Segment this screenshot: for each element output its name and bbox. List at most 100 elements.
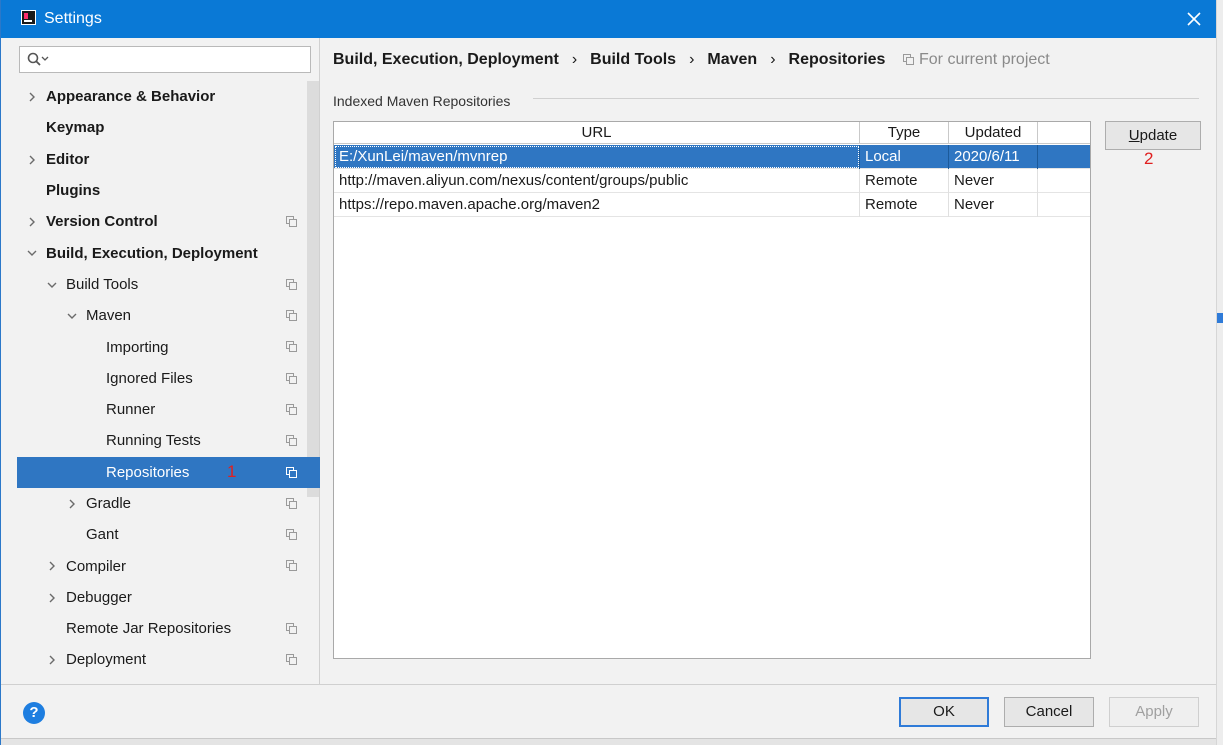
project-scope-icon <box>286 403 297 415</box>
project-scope-icon <box>286 216 297 228</box>
sidebar-item-gradle[interactable]: Gradle <box>17 488 320 519</box>
scope-label: For current project <box>919 51 1050 68</box>
chevron-right-icon[interactable] <box>26 154 38 166</box>
project-scope-icon <box>286 497 297 509</box>
breadcrumb-item[interactable]: Build Tools <box>590 51 676 69</box>
sidebar-item-appearance-behavior[interactable]: Appearance & Behavior <box>17 81 320 112</box>
sidebar-item-label: Remote Jar Repositories <box>66 620 232 638</box>
sidebar-item-debugger[interactable]: Debugger <box>17 582 320 613</box>
chevron-down-icon[interactable] <box>46 279 58 291</box>
title-bar: Settings <box>1 0 1217 38</box>
update-button[interactable]: Update <box>1105 121 1201 150</box>
chevron-right-icon[interactable] <box>26 216 38 228</box>
breadcrumb-separator: › <box>770 51 776 68</box>
table-cell-url: https://repo.maven.apache.org/maven2 <box>334 193 860 217</box>
sidebar-item-deployment[interactable]: Deployment <box>17 644 320 675</box>
repositories-table[interactable]: URL Type Updated E:/XunLei/maven/mvnrep L… <box>333 121 1091 659</box>
breadcrumb-item[interactable]: Build, Execution, Deployment <box>333 51 559 69</box>
sidebar-item-build-tools[interactable]: Build Tools <box>17 269 320 300</box>
project-scope-icon <box>286 435 297 447</box>
breadcrumb-item[interactable]: Maven <box>707 51 757 69</box>
sidebar-item-ignored-files[interactable]: Ignored Files <box>17 363 320 394</box>
sidebar-item-label: Running Tests <box>106 432 201 450</box>
breadcrumb-separator: › <box>571 51 578 68</box>
table-row[interactable]: https://repo.maven.apache.org/maven2 Remo… <box>334 193 1090 217</box>
sidebar-item-plugins[interactable]: Plugins <box>17 175 320 206</box>
annotation-number-1: 1 <box>227 461 237 481</box>
help-button[interactable]: ? <box>23 702 45 724</box>
chevron-down-icon[interactable] <box>66 310 78 322</box>
sidebar-item-compiler[interactable]: Compiler <box>17 550 320 581</box>
sidebar-item-runner[interactable]: Runner <box>17 394 320 425</box>
sidebar-item-label: Debugger <box>66 588 132 606</box>
sidebar-item-editor[interactable]: Editor <box>17 144 320 175</box>
column-header-updated[interactable]: Updated <box>949 122 1038 144</box>
table-cell-url: http://maven.aliyun.com/nexus/content/gr… <box>334 169 860 193</box>
sidebar-item-label: Version Control <box>46 213 158 231</box>
dialog-footer: ? OK Cancel Apply <box>1 684 1217 745</box>
sidebar-item-label: Editor <box>46 150 90 168</box>
table-cell-type: Local <box>860 145 949 169</box>
sidebar-item-label: Gradle <box>86 495 132 512</box>
table-cell-updated: Never <box>949 193 1038 217</box>
sidebar-item-build-execution-deployment[interactable]: Build, Execution, Deployment <box>17 237 320 268</box>
chevron-right-icon[interactable] <box>66 498 78 510</box>
chevron-right-icon[interactable] <box>46 560 58 572</box>
sidebar-item-label: Ignored Files <box>106 369 193 387</box>
sidebar-item-version-control[interactable]: Version Control <box>17 206 320 237</box>
sidebar-item-maven[interactable]: Maven <box>17 300 320 331</box>
update-mnemonic: U <box>1128 127 1140 144</box>
chevron-down-icon[interactable] <box>26 247 38 259</box>
table-cell-updated: 2020/6/11 <box>949 145 1038 169</box>
column-header-type[interactable]: Type <box>860 122 949 144</box>
sidebar-item-label: Keymap <box>46 119 105 137</box>
ok-button[interactable]: OK <box>899 697 989 727</box>
chevron-right-icon[interactable] <box>46 592 58 604</box>
sidebar-item-label: Importing <box>106 338 169 356</box>
chevron-right-icon[interactable] <box>46 654 58 666</box>
project-scope-icon <box>286 278 297 290</box>
table-row[interactable]: http://maven.aliyun.com/nexus/content/gr… <box>334 169 1090 193</box>
project-scope-icon <box>286 466 297 478</box>
settings-window: Settings Appearance & Behavior Keymap Edit… <box>0 0 1217 745</box>
sidebar-item-running-tests[interactable]: Running Tests <box>17 425 320 456</box>
settings-search-input[interactable] <box>19 46 311 73</box>
intellij-app-icon <box>21 10 36 25</box>
project-scope-icon <box>286 654 297 666</box>
project-scope-icon <box>286 341 297 353</box>
sidebar-item-label: Appearance & Behavior <box>46 88 216 106</box>
sidebar-item-gant[interactable]: Gant <box>17 519 320 550</box>
table-header: URL Type Updated <box>334 122 1090 144</box>
sidebar-item-label: Build, Execution, Deployment <box>46 244 258 262</box>
background-window-strip <box>1 738 1217 745</box>
sidebar-item-label: Maven <box>86 307 132 325</box>
sidebar-item-importing[interactable]: Importing <box>17 331 320 362</box>
sidebar-item-keymap[interactable]: Keymap <box>17 112 320 143</box>
chevron-right-icon[interactable] <box>26 91 38 103</box>
project-scope-icon <box>286 529 297 541</box>
sidebar-item-label: Plugins <box>46 182 101 200</box>
settings-content: Build, Execution, Deployment › Build Tools… <box>321 38 1217 684</box>
sidebar-item-repositories[interactable]: Repositories 1 <box>17 456 320 488</box>
project-scope-icon <box>286 623 297 635</box>
project-scope-icon <box>286 560 297 572</box>
sidebar-item-label: Build Tools <box>66 275 139 293</box>
column-header-url[interactable]: URL <box>334 122 860 144</box>
breadcrumb-item[interactable]: Repositories <box>789 51 886 69</box>
cancel-button[interactable]: Cancel <box>1004 697 1094 727</box>
background-window-edge <box>1216 0 1223 745</box>
update-label: pdate <box>1139 127 1178 144</box>
table-cell-type: Remote <box>860 169 949 193</box>
search-icon <box>27 52 49 66</box>
section-divider <box>533 98 1199 99</box>
apply-button[interactable]: Apply <box>1109 697 1199 727</box>
background-accent <box>1217 313 1223 323</box>
table-row[interactable]: E:/XunLei/maven/mvnrep Local 2020/6/11 <box>334 145 1090 169</box>
sidebar-item-label: Compiler <box>66 557 127 575</box>
close-button[interactable] <box>1181 6 1207 32</box>
sidebar-item-remote-jar-repositories[interactable]: Remote Jar Repositories <box>17 613 320 644</box>
table-cell-updated: Never <box>949 169 1038 193</box>
sidebar-item-label: Gant <box>86 526 119 544</box>
sidebar-item-label: Runner <box>106 401 156 419</box>
annotation-number-2: 2 <box>1144 149 1154 168</box>
